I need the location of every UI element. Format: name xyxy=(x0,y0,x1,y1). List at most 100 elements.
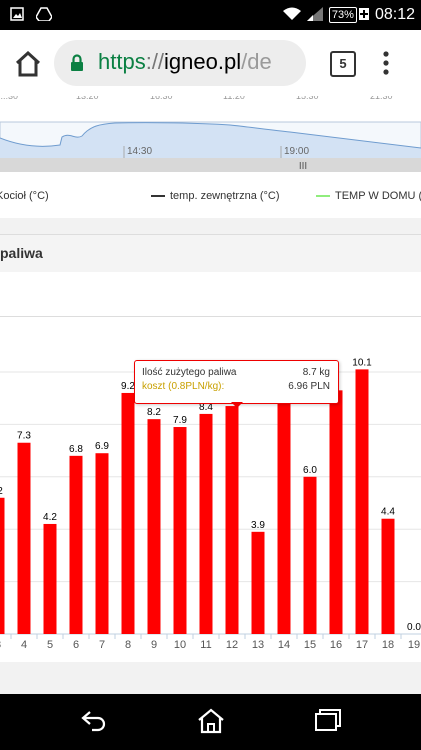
panel-title: paliwa xyxy=(0,245,43,261)
chart-legend: Kocioł (°C) temp. zewnętrzna (°C) TEMP W… xyxy=(0,176,421,218)
bar-day-13[interactable] xyxy=(251,531,265,634)
tooltip-row-cost: koszt (0.8PLN/kg): 6.96 PLN xyxy=(142,381,330,392)
overflow-menu-button[interactable] xyxy=(382,50,390,76)
tooltip-row-fuel: Ilość zużytego paliwa 8.7 kg xyxy=(142,367,330,378)
x-tick-label: 12 xyxy=(226,639,238,651)
more-vert-icon xyxy=(383,51,389,75)
data-label: 6.8 xyxy=(69,444,83,455)
legend-item-outdoor-temp[interactable]: temp. zewnętrzna (°C) xyxy=(151,190,280,202)
recents-button[interactable] xyxy=(314,708,342,737)
x-tick-label: 13 xyxy=(252,639,264,651)
bar-day-7[interactable] xyxy=(95,453,109,634)
legend-item-boiler[interactable]: Kocioł (°C) xyxy=(0,190,49,202)
bar-day-3[interactable] xyxy=(0,497,5,634)
bar-day-9[interactable] xyxy=(147,419,161,634)
section-divider xyxy=(0,218,421,234)
data-label: 8.2 xyxy=(147,407,161,418)
wifi-icon xyxy=(282,7,301,24)
data-label: 3.9 xyxy=(251,520,265,531)
chart-navigator[interactable]: ...:30 13:20 16:30 11:20 15:30 21:30 14:30 19:… xyxy=(0,96,421,176)
battery-indicator: 73% xyxy=(328,7,369,24)
url-host: igneo.pl xyxy=(164,49,242,74)
legend-symbol-home xyxy=(316,195,330,198)
bar-day-17[interactable] xyxy=(355,369,369,634)
x-tick-label: 18 xyxy=(382,639,394,651)
data-label: 7.3 xyxy=(17,431,31,442)
panel-header: paliwa xyxy=(0,234,421,274)
bar-day-10[interactable] xyxy=(173,427,187,634)
bar-day-14[interactable] xyxy=(277,400,291,634)
tooltip-fuel-label: Ilość zużytego paliwa xyxy=(142,367,237,378)
x-tick-label: 16 xyxy=(330,639,342,651)
bar-day-6[interactable] xyxy=(69,455,83,634)
page-footer-band xyxy=(0,662,421,694)
x-tick-label: 17 xyxy=(356,639,368,651)
home-nav-button[interactable] xyxy=(197,708,225,739)
navigator-top-tick: 13:20 xyxy=(76,96,99,101)
data-label: 4.2 xyxy=(43,512,57,523)
x-tick-label: 14 xyxy=(278,639,290,651)
navigator-bottom-tick: 19:00 xyxy=(284,146,309,157)
recents-icon xyxy=(315,709,341,731)
signal-icon xyxy=(306,6,323,24)
data-label: 6.9 xyxy=(95,441,109,452)
x-tick-label: 15 xyxy=(304,639,316,651)
system-navigation-bar xyxy=(0,694,421,750)
clock: 08:12 xyxy=(374,6,415,23)
tooltip-cost-label: koszt (0.8PLN/kg): xyxy=(142,381,225,392)
tooltip-cost-value: 6.96 PLN xyxy=(288,381,330,392)
data-label: 0.0 xyxy=(407,622,421,633)
url-path: /de xyxy=(241,49,272,74)
bar-day-15[interactable] xyxy=(303,476,317,634)
legend-symbol-outdoor xyxy=(151,195,165,198)
url-separator: :// xyxy=(145,49,165,74)
navigator-top-tick: 15:30 xyxy=(296,96,319,101)
web-page: ...:30 13:20 16:30 11:20 15:30 21:30 14:30 19:… xyxy=(0,96,421,694)
tooltip-pointer xyxy=(231,402,243,408)
drive-notification-icon xyxy=(35,7,53,26)
back-icon xyxy=(81,711,106,732)
tab-switcher-button[interactable]: 5 xyxy=(330,51,356,77)
panel-toolbar xyxy=(0,272,421,317)
x-tick-label: 5 xyxy=(47,639,53,651)
data-label: 4.4 xyxy=(381,507,395,518)
url-text: https://igneo.pl/de xyxy=(98,49,272,75)
bar-day-5[interactable] xyxy=(43,523,57,634)
bar-day-4[interactable] xyxy=(17,442,31,634)
navigator-top-tick: 16:30 xyxy=(150,96,173,101)
tooltip-fuel-value: 8.7 kg xyxy=(302,367,330,378)
navigator-top-tick: ...:30 xyxy=(0,96,18,101)
legend-label-home: TEMP W DOMU (° xyxy=(335,190,421,202)
battery-level: 73% xyxy=(328,7,357,23)
x-tick-label: 6 xyxy=(73,639,79,651)
navigator-scrollbar[interactable] xyxy=(0,158,421,172)
home-button[interactable] xyxy=(14,50,42,77)
x-tick-label: 19 xyxy=(408,639,420,651)
scrollbar-grip[interactable]: III xyxy=(299,161,307,172)
legend-item-home-temp[interactable]: TEMP W DOMU (° xyxy=(316,190,421,202)
data-label: 7.9 xyxy=(173,415,187,426)
gallery-notification-icon xyxy=(10,7,24,26)
bar-day-12[interactable] xyxy=(225,406,239,634)
x-tick-label: 4 xyxy=(21,639,27,651)
home-nav-icon xyxy=(198,708,224,734)
browser-toolbar: https://igneo.pl/de 5 xyxy=(0,30,421,96)
x-tick-label: 7 xyxy=(99,639,105,651)
data-label: 6.0 xyxy=(303,465,317,476)
data-label: 2 xyxy=(0,486,3,497)
battery-charging-icon xyxy=(358,7,369,24)
x-tick-label: 9 xyxy=(151,639,157,651)
bar-day-11[interactable] xyxy=(199,413,213,634)
data-label: 10.1 xyxy=(352,357,372,368)
status-bar: 73% 08:12 xyxy=(0,0,421,30)
lock-icon xyxy=(70,54,84,77)
navigator-top-axis: ...:30 13:20 16:30 11:20 15:30 21:30 xyxy=(0,96,393,101)
home-icon xyxy=(15,50,41,77)
bar-day-16[interactable] xyxy=(329,390,343,634)
url-scheme: https xyxy=(98,49,146,74)
address-bar[interactable]: https://igneo.pl/de xyxy=(54,40,306,86)
back-button[interactable] xyxy=(80,708,108,737)
bar-day-18[interactable] xyxy=(381,518,395,634)
bar-day-8[interactable] xyxy=(121,392,135,634)
navigator-bottom-tick: 14:30 xyxy=(127,146,152,157)
